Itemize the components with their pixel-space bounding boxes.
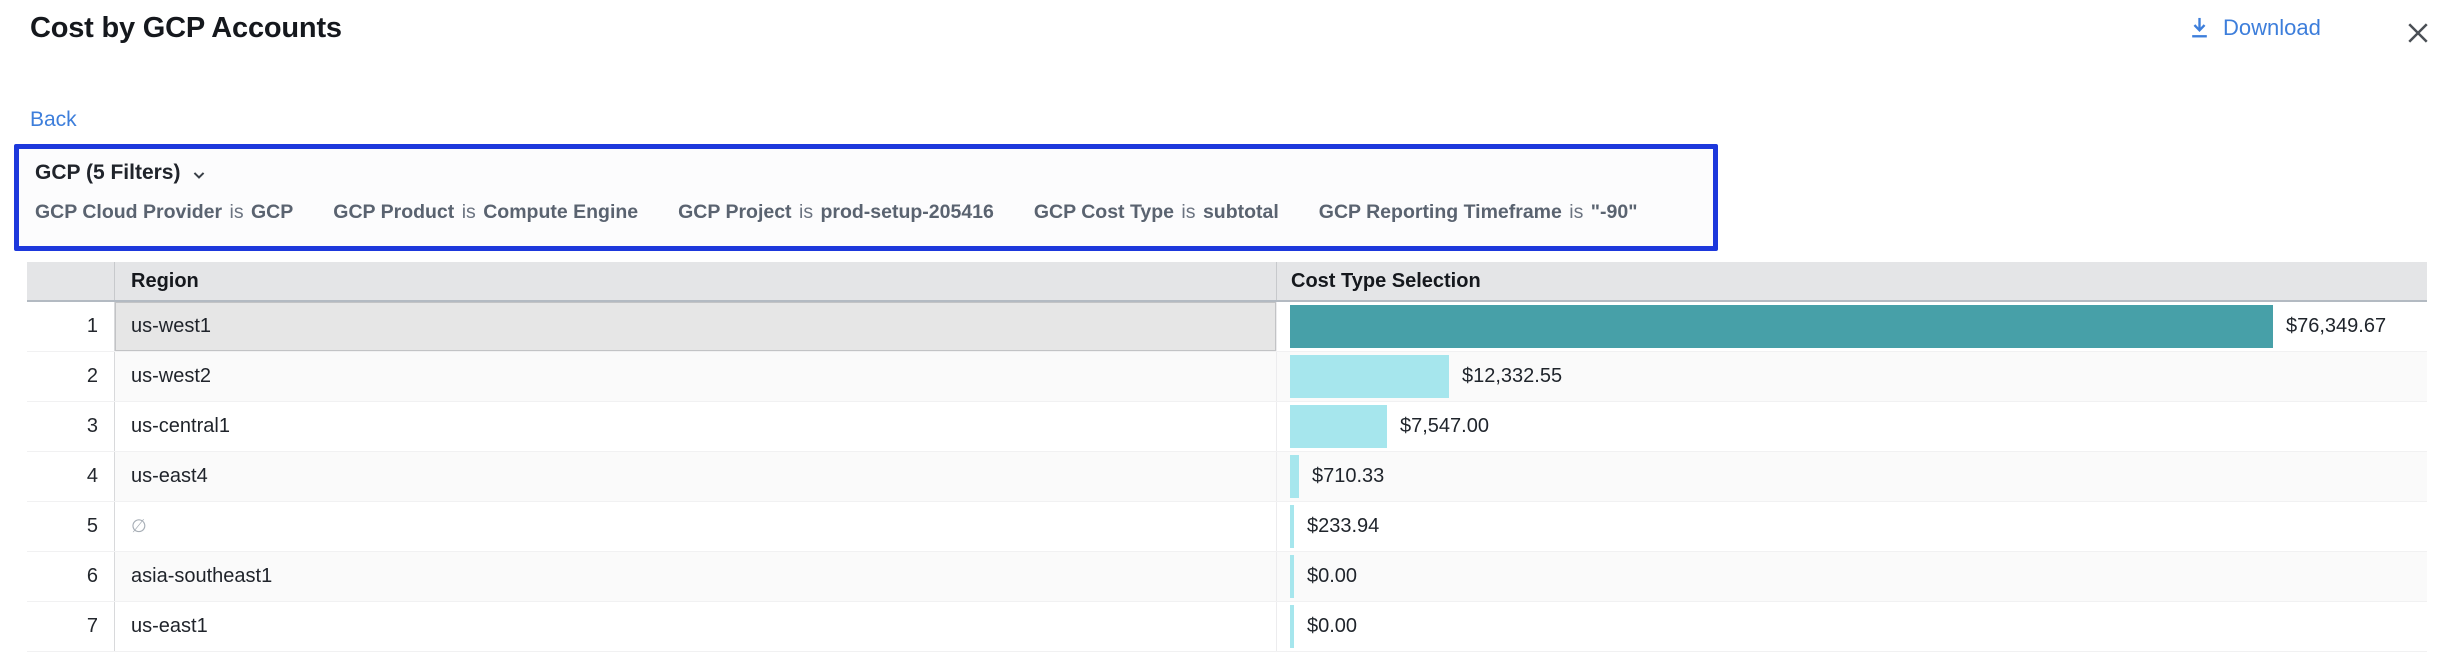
region-cell[interactable]: us-east1 <box>115 602 1277 651</box>
cost-bar <box>1290 555 1294 598</box>
close-icon[interactable] <box>2400 16 2436 52</box>
row-number: 7 <box>27 602 115 651</box>
cost-cell[interactable]: $0.00 <box>1277 552 2427 601</box>
filter-field: GCP Product <box>333 201 454 223</box>
cost-table: Region Cost Type Selection 1 us-west1 $7… <box>27 262 2427 652</box>
filter-value: Compute Engine <box>483 201 638 223</box>
cost-value: $76,349.67 <box>2286 315 2386 338</box>
row-number: 5 <box>27 502 115 551</box>
cost-cell[interactable]: $233.94 <box>1277 502 2427 551</box>
cost-cell[interactable]: $12,332.55 <box>1277 352 2427 401</box>
cost-report-panel: Cost by GCP Accounts Download Back GCP (… <box>0 0 2448 672</box>
table-row[interactable]: 4 us-east4 $710.33 <box>27 452 2427 502</box>
cost-value: $7,547.00 <box>1400 415 1489 438</box>
table-row[interactable]: 1 us-west1 $76,349.67 <box>27 302 2427 352</box>
filter-value: GCP <box>251 201 293 223</box>
row-number: 3 <box>27 402 115 451</box>
region-column-header[interactable]: Region <box>115 262 1277 300</box>
region-cell[interactable]: asia-southeast1 <box>115 552 1277 601</box>
filter-field: GCP Cloud Provider <box>35 201 222 223</box>
back-link[interactable]: Back <box>30 108 77 132</box>
filter-value: prod-setup-205416 <box>820 201 993 223</box>
region-cell[interactable]: us-west1 <box>115 302 1277 351</box>
filter-summary-label: GCP (5 Filters) <box>35 161 180 185</box>
table-row[interactable]: 2 us-west2 $12,332.55 <box>27 352 2427 402</box>
cost-cell[interactable]: $0.00 <box>1277 602 2427 651</box>
filter-item[interactable]: GCP Cost Type is subtotal <box>1034 201 1279 224</box>
table-row[interactable]: 5 ∅ $233.94 <box>27 502 2427 552</box>
row-number: 1 <box>27 302 115 351</box>
row-number: 2 <box>27 352 115 401</box>
cost-bar <box>1290 305 2273 348</box>
cost-value: $0.00 <box>1307 615 1357 638</box>
cost-cell[interactable]: $7,547.00 <box>1277 402 2427 451</box>
cost-column-header[interactable]: Cost Type Selection <box>1277 262 2427 300</box>
region-cell[interactable]: us-central1 <box>115 402 1277 451</box>
filter-item[interactable]: GCP Project is prod-setup-205416 <box>678 201 994 224</box>
cost-bar <box>1290 605 1294 648</box>
filter-field: GCP Project <box>678 201 791 223</box>
filter-field: GCP Reporting Timeframe <box>1319 201 1562 223</box>
filter-operator: is <box>1562 201 1591 223</box>
filter-operator: is <box>792 201 821 223</box>
filter-operator: is <box>454 201 483 223</box>
download-button[interactable]: Download <box>2186 14 2321 41</box>
page-title: Cost by GCP Accounts <box>30 12 342 45</box>
cost-value: $0.00 <box>1307 565 1357 588</box>
filter-summary-dropdown[interactable]: GCP (5 Filters) <box>35 161 209 185</box>
filter-operator: is <box>222 201 251 223</box>
table-row[interactable]: 6 asia-southeast1 $0.00 <box>27 552 2427 602</box>
table-row[interactable]: 7 us-east1 $0.00 <box>27 602 2427 652</box>
chevron-down-icon <box>189 162 209 185</box>
filter-field: GCP Cost Type <box>1034 201 1174 223</box>
download-label: Download <box>2223 15 2321 41</box>
region-cell[interactable]: us-east4 <box>115 452 1277 501</box>
cost-value: $12,332.55 <box>1462 365 1562 388</box>
filter-operator: is <box>1174 201 1203 223</box>
cost-value: $710.33 <box>1312 465 1384 488</box>
cost-bar <box>1290 505 1294 548</box>
cost-cell[interactable]: $76,349.67 <box>1277 302 2427 351</box>
cost-bar <box>1290 355 1449 398</box>
table-header-row: Region Cost Type Selection <box>27 262 2427 302</box>
row-number: 6 <box>27 552 115 601</box>
region-cell[interactable]: ∅ <box>115 502 1277 551</box>
filter-box: GCP (5 Filters) GCP Cloud Provider is GC… <box>14 144 1718 251</box>
cost-bar <box>1290 405 1387 448</box>
row-number: 4 <box>27 452 115 501</box>
filter-item[interactable]: GCP Cloud Provider is GCP <box>35 201 293 224</box>
filter-value: subtotal <box>1203 201 1279 223</box>
filter-item[interactable]: GCP Reporting Timeframe is "-90" <box>1319 201 1638 224</box>
cost-cell[interactable]: $710.33 <box>1277 452 2427 501</box>
table-row[interactable]: 3 us-central1 $7,547.00 <box>27 402 2427 452</box>
download-icon <box>2186 14 2213 41</box>
cost-bar <box>1290 455 1299 498</box>
filter-item[interactable]: GCP Product is Compute Engine <box>333 201 638 224</box>
row-number-header <box>27 262 115 300</box>
filter-value: "-90" <box>1591 201 1638 223</box>
table-body: 1 us-west1 $76,349.67 2 us-west2 $12,332… <box>27 302 2427 652</box>
region-cell[interactable]: us-west2 <box>115 352 1277 401</box>
filter-list: GCP Cloud Provider is GCP GCP Product is … <box>35 201 1697 224</box>
cost-value: $233.94 <box>1307 515 1379 538</box>
